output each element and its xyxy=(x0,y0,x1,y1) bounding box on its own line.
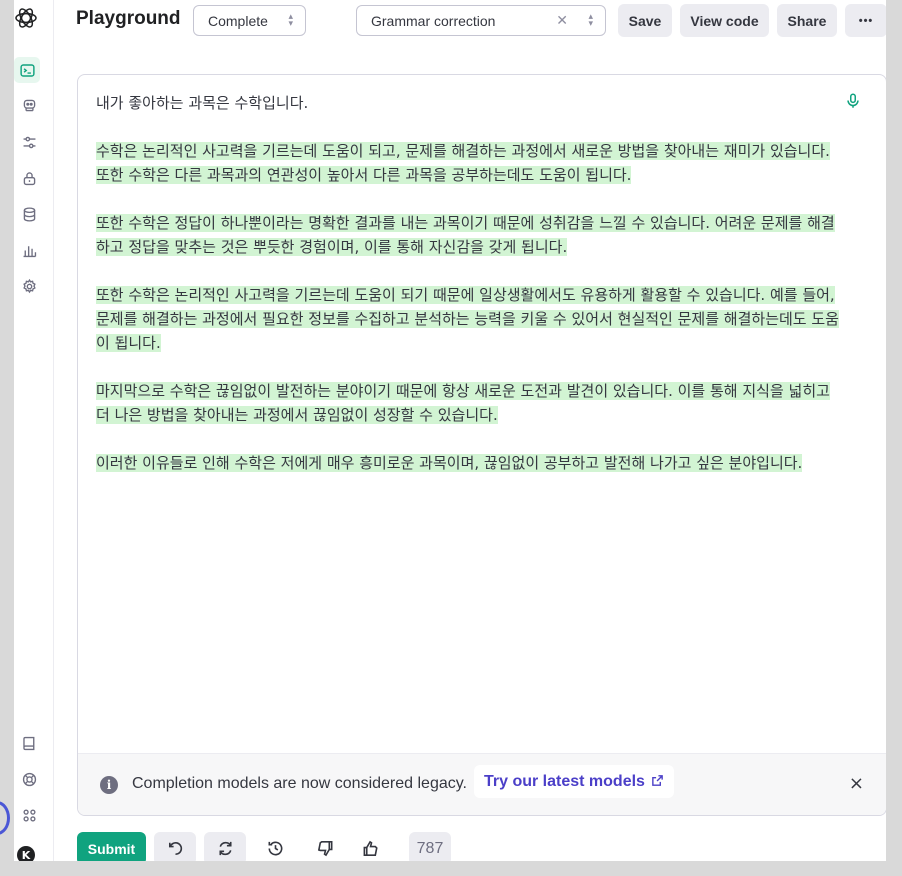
regenerate-button[interactable] xyxy=(204,832,246,861)
completion-span: 수학은 논리적인 사고력을 기르는데 도움이 되고, 문제를 해결하는 과정에서… xyxy=(96,142,830,184)
openai-logo-icon[interactable] xyxy=(14,6,38,30)
completion-span: 또한 수학은 논리적인 사고력을 기르는데 도움이 되기 때문에 일상생활에서도… xyxy=(96,286,839,352)
thumbs-down-button[interactable] xyxy=(314,832,336,861)
more-options-button[interactable]: ••• xyxy=(845,4,886,37)
assistant-robot-icon[interactable] xyxy=(18,94,40,116)
try-latest-models-link[interactable]: Try our latest models xyxy=(474,765,674,798)
preset-select[interactable]: Grammar correction ✕ ▴ ▾ xyxy=(356,5,606,36)
microphone-icon[interactable] xyxy=(844,92,862,114)
completion-editor[interactable]: 내가 좋아하는 과목은 수학입니다. 수학은 논리적인 사고력을 기르는데 도움… xyxy=(77,74,886,816)
bar-chart-icon[interactable] xyxy=(18,239,40,261)
completion-paragraph: 또한 수학은 정답이 하나뿐이라는 명확한 결과를 내는 과목이기 때문에 성취… xyxy=(96,211,848,259)
thumbs-up-icon xyxy=(363,840,378,856)
terminal-icon[interactable] xyxy=(14,57,40,83)
history-button[interactable] xyxy=(264,832,286,861)
lock-icon[interactable] xyxy=(18,167,40,189)
page-title: Playground xyxy=(76,8,181,29)
completion-span: 또한 수학은 정답이 하나뿐이라는 명확한 결과를 내는 과목이기 때문에 성취… xyxy=(96,214,835,256)
submit-button[interactable]: Submit xyxy=(77,832,146,861)
regenerate-icon xyxy=(218,841,232,856)
close-icon[interactable]: × xyxy=(849,773,864,794)
sliders-icon[interactable] xyxy=(18,131,40,153)
completion-paragraph: 수학은 논리적인 사고력을 기르는데 도움이 되고, 문제를 해결하는 과정에서… xyxy=(96,139,848,187)
share-button[interactable]: Share xyxy=(777,4,837,37)
book-icon[interactable] xyxy=(18,732,40,754)
completion-paragraph: 또한 수학은 논리적인 사고력을 기르는데 도움이 되기 때문에 일상생활에서도… xyxy=(96,283,848,355)
database-icon[interactable] xyxy=(18,203,40,225)
notice-text: Completion models are now considered leg… xyxy=(132,775,467,792)
completion-span: 마지막으로 수학은 끊임없이 발전하는 분야이기 때문에 항상 새로운 도전과 … xyxy=(96,382,830,424)
preset-select-value: Grammar correction xyxy=(371,12,496,29)
chevron-updown-icon: ▴ ▾ xyxy=(588,11,593,28)
clear-icon[interactable]: ✕ xyxy=(556,12,568,29)
avatar[interactable]: K xyxy=(17,846,35,861)
external-link-icon xyxy=(651,774,664,790)
undo-icon xyxy=(168,842,182,856)
mode-select[interactable]: Complete ▴ ▾ xyxy=(193,5,306,36)
thumbs-up-button[interactable] xyxy=(360,832,382,861)
apps-grid-icon[interactable] xyxy=(18,804,40,826)
save-button[interactable]: Save xyxy=(618,4,672,37)
focus-ring-indicator xyxy=(0,801,10,835)
mode-select-value: Complete xyxy=(208,12,268,29)
view-code-button[interactable]: View code xyxy=(680,4,769,37)
completion-span: 이러한 이유들로 인해 수학은 저에게 매우 흥미로운 과목이며, 끊임없이 공… xyxy=(96,454,803,472)
app-window: K Playground Complete ▴ ▾ Grammar correct… xyxy=(14,0,886,861)
prompt-text: 내가 좋아하는 과목은 수학입니다. xyxy=(96,94,309,112)
help-lifebuoy-icon[interactable] xyxy=(18,768,40,790)
gear-icon[interactable] xyxy=(18,275,40,297)
undo-button[interactable] xyxy=(154,832,196,861)
legacy-notice-banner: i Completion models are now considered l… xyxy=(78,753,886,815)
token-count: 787 xyxy=(409,832,451,861)
completion-paragraph: 이러한 이유들로 인해 수학은 저에게 매우 흥미로운 과목이며, 끊임없이 공… xyxy=(96,451,848,475)
history-icon xyxy=(268,841,282,856)
chevron-updown-icon: ▴ ▾ xyxy=(288,11,293,28)
completion-paragraph: 마지막으로 수학은 끊임없이 발전하는 분야이기 때문에 항상 새로운 도전과 … xyxy=(96,379,848,427)
info-icon: i xyxy=(100,776,118,794)
thumbs-down-icon xyxy=(317,841,332,857)
completion-text: 수학은 논리적인 사고력을 기르는데 도움이 되고, 문제를 해결하는 과정에서… xyxy=(96,139,848,499)
sidebar: K xyxy=(14,0,54,861)
notice-link-label: Try our latest models xyxy=(484,772,645,790)
